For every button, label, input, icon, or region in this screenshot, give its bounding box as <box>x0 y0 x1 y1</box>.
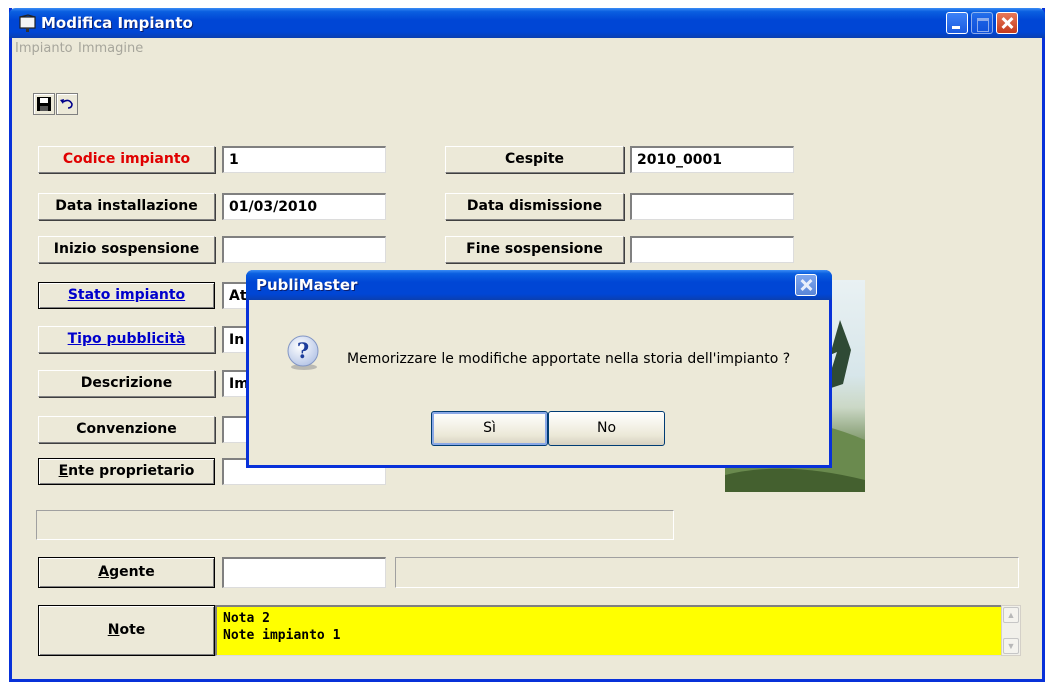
dialog-close-button[interactable] <box>795 274 817 296</box>
note-label: ote <box>119 622 146 638</box>
info-bar <box>36 510 674 540</box>
inizio-sospensione-field[interactable] <box>222 236 386 263</box>
note-button[interactable]: Note <box>38 605 215 656</box>
fine-sospensione-label: Fine sospensione <box>445 236 624 263</box>
app-icon <box>19 14 36 32</box>
agente-mnemonic: A <box>98 564 110 580</box>
yes-button[interactable]: Sì <box>431 411 548 446</box>
descrizione-label: Descrizione <box>38 370 215 397</box>
save-button[interactable] <box>33 93 55 115</box>
question-icon: ? <box>287 335 319 370</box>
undo-icon <box>60 99 73 109</box>
tipo-pubblicita-label[interactable]: Tipo pubblicità <box>38 326 215 353</box>
no-button[interactable]: No <box>548 411 665 446</box>
scroll-down-icon[interactable]: ▼ <box>1003 638 1019 654</box>
ente-proprietario-mnemonic: E <box>58 463 69 479</box>
data-dismissione-label: Data dismissione <box>445 193 624 220</box>
maximize-button[interactable] <box>971 12 993 34</box>
stato-impianto-label: tato impianto <box>77 287 186 303</box>
note-scrollbar[interactable]: ▲ ▼ <box>1001 605 1021 656</box>
note-line-1: Nota 2 <box>223 611 270 626</box>
agente-field[interactable] <box>222 557 386 588</box>
data-installazione-label: Data installazione <box>38 193 215 220</box>
note-mnemonic: N <box>107 622 120 638</box>
close-button[interactable] <box>996 12 1018 34</box>
undo-button[interactable] <box>56 93 78 115</box>
cespite-label: Cespite <box>445 146 624 173</box>
svg-text:?: ? <box>297 338 309 363</box>
inizio-sospensione-label: Inizio sospensione <box>38 236 215 263</box>
convenzione-label: Convenzione <box>38 416 215 443</box>
window-titlebar[interactable]: Modifica Impianto <box>9 8 1045 38</box>
dialog-titlebar[interactable]: PubliMaster <box>246 270 832 300</box>
scroll-up-icon[interactable]: ▲ <box>1003 607 1019 623</box>
codice-impianto-label[interactable]: Codice impianto <box>38 146 215 173</box>
data-dismissione-field[interactable] <box>630 193 794 220</box>
agente-label: gente <box>109 564 155 580</box>
dialog-message: Memorizzare le modifiche apportate nella… <box>347 351 791 367</box>
note-line-2: Note impianto 1 <box>223 628 341 643</box>
fine-sospensione-field[interactable] <box>630 236 794 263</box>
window-title: Modifica Impianto <box>41 14 193 32</box>
menu-item-impianto[interactable]: Impianto <box>15 41 73 56</box>
codice-impianto-field[interactable]: 1 <box>222 146 386 173</box>
menu-bar: Impianto Immagine <box>12 38 1042 60</box>
note-textarea[interactable]: Nota 2 Note impianto 1 <box>215 605 1001 656</box>
stato-impianto-button[interactable]: Stato impianto <box>38 282 215 309</box>
menu-item-immagine[interactable]: Immagine <box>78 41 143 56</box>
ente-proprietario-label: nte proprietario <box>68 463 195 479</box>
cespite-field[interactable]: 2010_0001 <box>630 146 794 173</box>
minimize-button[interactable] <box>946 12 968 34</box>
floppy-disk-icon <box>37 97 51 111</box>
confirm-dialog: PubliMaster ? Memorizzare le modifiche a… <box>246 270 832 468</box>
stato-impianto-mnemonic: S <box>67 287 78 303</box>
agente-description <box>395 557 1019 588</box>
data-installazione-field[interactable]: 01/03/2010 <box>222 193 386 220</box>
dialog-title: PubliMaster <box>256 276 358 294</box>
agente-button[interactable]: Agente <box>38 557 215 588</box>
ente-proprietario-button[interactable]: Ente proprietario <box>38 458 215 485</box>
